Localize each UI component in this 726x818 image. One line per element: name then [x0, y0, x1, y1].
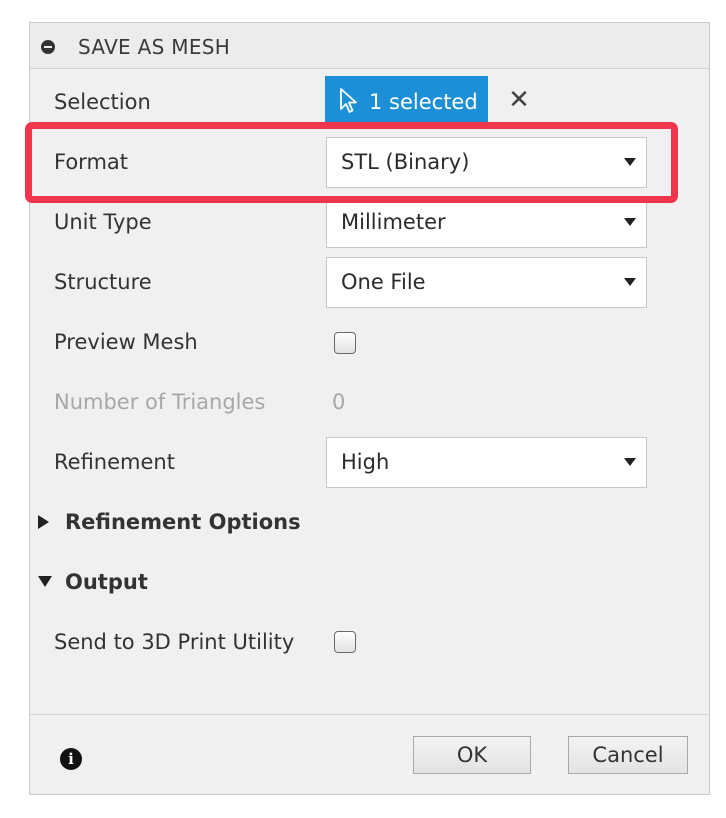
expand-triangle-icon: [38, 515, 49, 529]
collapse-triangle-icon: [38, 576, 52, 587]
send-to-3d-checkbox[interactable]: [334, 631, 356, 653]
dialog-title: SAVE AS MESH: [78, 35, 231, 59]
structure-label: Structure: [54, 270, 152, 294]
format-select[interactable]: STL (Binary): [326, 137, 647, 188]
cursor-arrow-icon: [340, 88, 357, 113]
triangles-label: Number of Triangles: [54, 390, 266, 414]
preview-mesh-label: Preview Mesh: [54, 330, 198, 354]
refinement-value: High: [341, 450, 390, 474]
dialog-title-bar: SAVE AS MESH: [30, 23, 709, 69]
chevron-down-icon: [624, 458, 636, 466]
cancel-button[interactable]: Cancel: [568, 736, 688, 774]
triangles-value: 0: [332, 390, 346, 414]
clear-selection-icon[interactable]: ✕: [507, 87, 531, 113]
refinement-options-label: Refinement Options: [65, 510, 301, 534]
ok-button[interactable]: OK: [413, 736, 531, 774]
chevron-down-icon: [624, 218, 636, 226]
unit-type-label: Unit Type: [54, 210, 152, 234]
selection-button[interactable]: 1 selected: [325, 76, 488, 127]
send-to-3d-label: Send to 3D Print Utility: [54, 630, 295, 654]
refinement-select[interactable]: High: [326, 437, 647, 488]
collapse-minus-icon[interactable]: [41, 40, 55, 54]
unit-type-select[interactable]: Millimeter: [326, 197, 647, 248]
output-label: Output: [65, 570, 148, 594]
chevron-down-icon: [624, 158, 636, 166]
preview-mesh-checkbox[interactable]: [334, 332, 356, 354]
unit-type-value: Millimeter: [341, 210, 446, 234]
structure-select[interactable]: One File: [326, 257, 647, 308]
dialog-footer: i OK Cancel: [30, 714, 709, 794]
format-label: Format: [54, 150, 129, 174]
selection-label: Selection: [54, 90, 151, 114]
refinement-label: Refinement: [54, 450, 175, 474]
info-icon[interactable]: i: [60, 748, 82, 770]
save-as-mesh-dialog: SAVE AS MESH Selection 1 selected ✕ Form…: [29, 22, 710, 795]
chevron-down-icon: [624, 278, 636, 286]
selection-count: 1 selected: [369, 90, 478, 114]
structure-value: One File: [341, 270, 426, 294]
format-value: STL (Binary): [341, 150, 470, 174]
